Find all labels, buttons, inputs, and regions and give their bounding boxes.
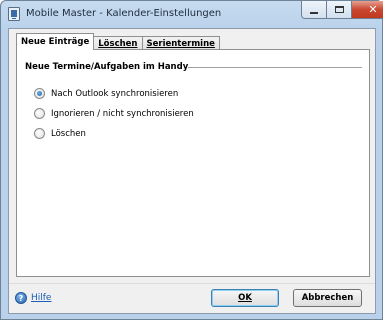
- maximize-icon: [334, 6, 344, 13]
- cancel-button[interactable]: Abbrechen: [293, 289, 362, 307]
- dialog-client-area: Neue Einträge Löschen Serientermine Neue…: [8, 28, 376, 314]
- app-icon[interactable]: [8, 7, 20, 21]
- maximize-button[interactable]: [327, 1, 352, 19]
- group-divider: [188, 67, 362, 68]
- help-icon[interactable]: ?: [15, 292, 27, 304]
- tab-serientermine[interactable]: Serientermine: [141, 36, 220, 50]
- radio-button-checked[interactable]: [34, 88, 45, 99]
- option-label: Löschen: [51, 128, 86, 139]
- radio-button[interactable]: [34, 128, 45, 139]
- window-title: Mobile Master - Kalender-Einstellungen: [26, 8, 222, 19]
- tab-label: Löschen: [98, 38, 138, 49]
- option-label: Ignorieren / nicht synchronisieren: [51, 108, 194, 119]
- help-link-group[interactable]: ? Hilfe: [15, 292, 51, 304]
- tab-label: Serientermine: [146, 38, 215, 49]
- close-icon: ✕: [368, 3, 378, 16]
- title-bar[interactable]: Mobile Master - Kalender-Einstellungen ✕: [1, 1, 383, 27]
- option-label: Nach Outlook synchronisieren: [51, 88, 179, 99]
- tab-strip: Neue Einträge Löschen Serientermine: [16, 33, 220, 50]
- tab-label: Neue Einträge: [21, 37, 90, 47]
- option-delete[interactable]: Löschen: [34, 128, 86, 139]
- close-button[interactable]: ✕: [352, 1, 383, 19]
- ok-button[interactable]: OK: [211, 289, 279, 307]
- ok-label: OK: [238, 293, 252, 303]
- tab-neue-eintraege[interactable]: Neue Einträge: [16, 33, 95, 50]
- help-link[interactable]: Hilfe: [31, 293, 51, 303]
- tab-loeschen[interactable]: Löschen: [93, 36, 143, 50]
- caption-buttons: ✕: [301, 1, 383, 20]
- radio-button[interactable]: [34, 108, 45, 119]
- cancel-label: Abbrechen: [301, 293, 354, 303]
- group-title: Neue Termine/Aufgaben im Handy: [25, 62, 189, 72]
- dialog-window: Mobile Master - Kalender-Einstellungen ✕…: [0, 0, 383, 320]
- option-sync-outlook[interactable]: Nach Outlook synchronisieren: [34, 88, 178, 99]
- option-ignore[interactable]: Ignorieren / nicht synchronisieren: [34, 108, 194, 119]
- minimize-icon: [310, 11, 318, 14]
- footer-divider: [9, 283, 375, 284]
- minimize-button[interactable]: [301, 1, 327, 19]
- tab-panel: Neue Termine/Aufgaben im Handy Nach Outl…: [16, 49, 370, 277]
